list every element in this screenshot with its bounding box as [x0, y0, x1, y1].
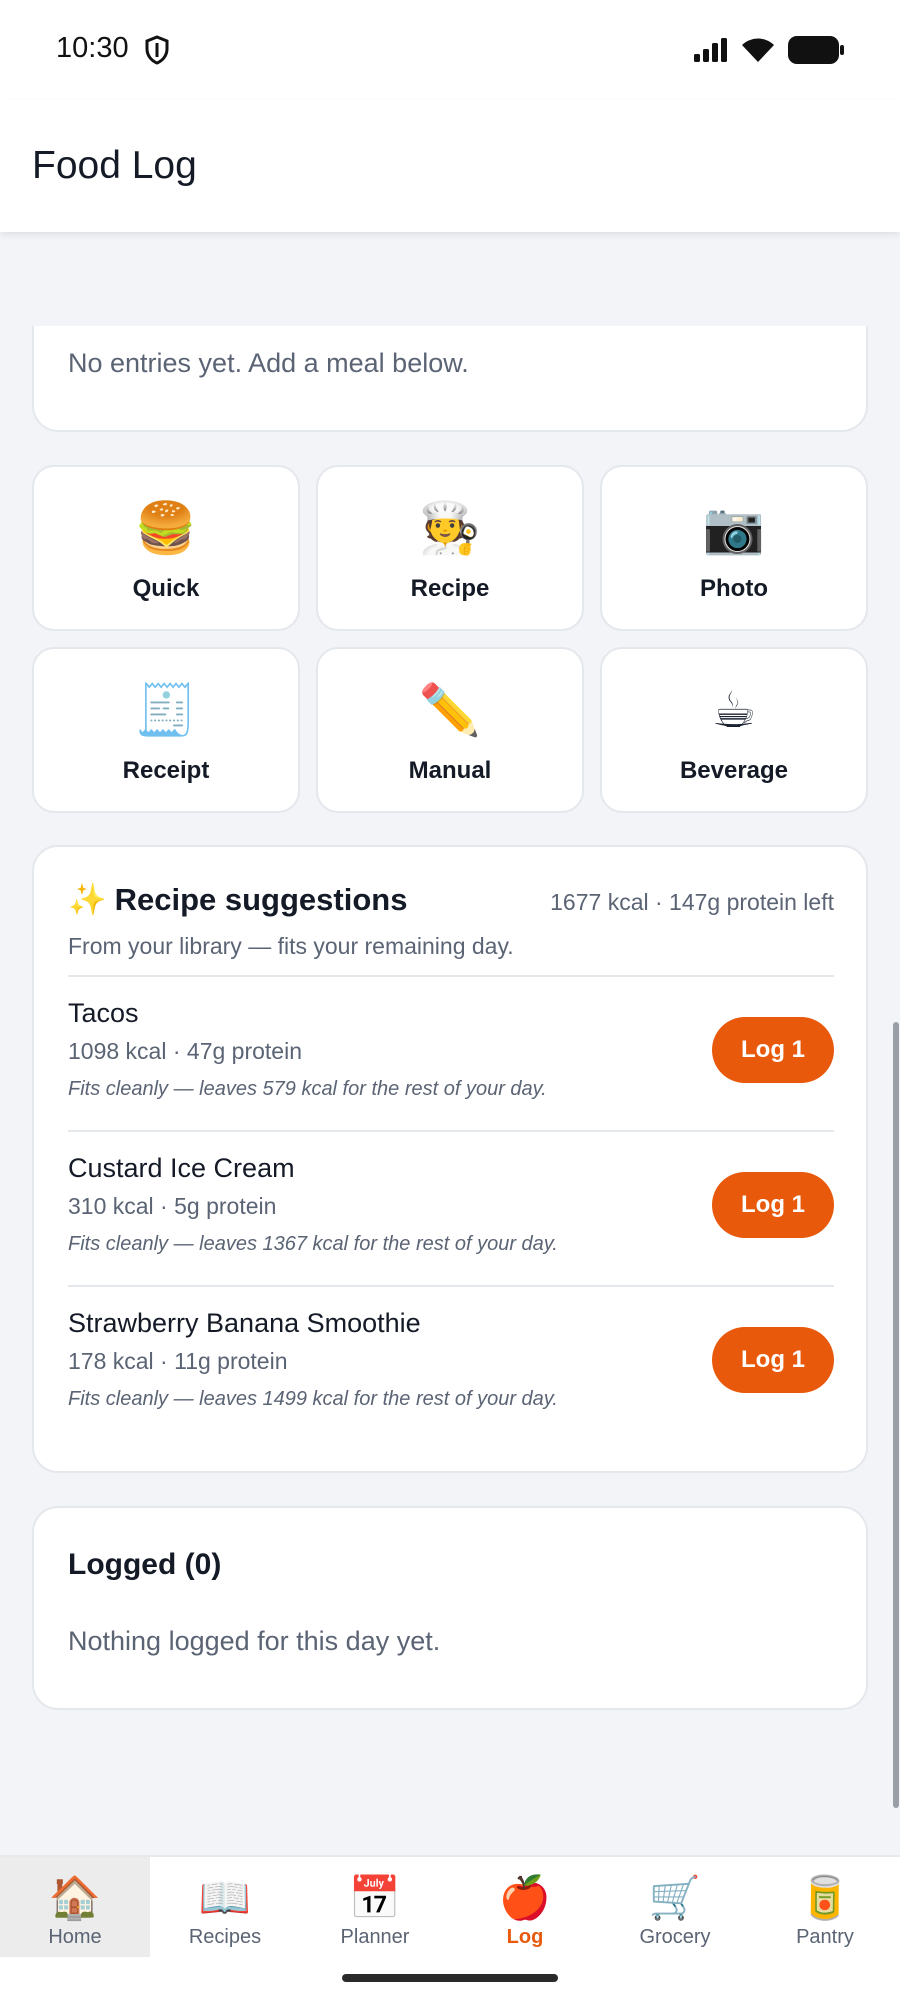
chef-icon: 🧑‍🍳 — [418, 500, 482, 556]
nav-planner[interactable]: 📅 Planner — [300, 1857, 450, 1957]
log-custard-ice-cream-button[interactable]: Log 1 — [712, 1172, 834, 1238]
book-icon: 📖 — [198, 1874, 252, 1921]
recipe-add-button[interactable]: 🧑‍🍳 Recipe — [316, 465, 584, 631]
nav-grocery[interactable]: 🛒 Grocery — [600, 1857, 750, 1957]
suggestions-heading: ✨ Recipe suggestions — [68, 881, 407, 918]
status-time: 10:30 — [56, 32, 129, 64]
entries-card: No entries yet. Add a meal below. — [32, 326, 868, 432]
suggestion-item: Custard Ice Cream 310 kcal · 5g protein … — [68, 1131, 834, 1285]
sparkles-icon: ✨ — [68, 882, 107, 917]
status-bar: 10:30 — [0, 0, 900, 100]
receipt-add-button[interactable]: 🧾 Receipt — [32, 647, 300, 813]
home-indicator[interactable] — [342, 1974, 558, 1982]
photo-add-label: Photo — [700, 575, 768, 602]
suggestion-name: Tacos — [68, 998, 139, 1028]
home-icon: 🏠 — [48, 1874, 102, 1921]
logged-card: Logged (0) Nothing logged for this day y… — [32, 1506, 868, 1710]
recipe-add-label: Recipe — [410, 575, 490, 602]
quick-add-label: Quick — [132, 575, 200, 602]
receipt-add-label: Receipt — [122, 757, 210, 784]
quick-add-button[interactable]: 🍔 Quick — [32, 465, 300, 631]
beverage-add-label: Beverage — [679, 757, 789, 784]
nav-label: Pantry — [796, 1926, 854, 1948]
can-icon: 🥫 — [798, 1874, 852, 1921]
entries-empty-text: No entries yet. Add a meal below. — [68, 348, 469, 378]
manual-add-button[interactable]: ✏️ Manual — [316, 647, 584, 813]
remaining-budget: 1677 kcal · 147g protein left — [550, 889, 834, 915]
camera-icon: 📷 — [702, 500, 766, 556]
calendar-icon: 📅 — [348, 1874, 402, 1921]
suggestion-note: Fits cleanly — leaves 1367 kcal for the … — [68, 1233, 558, 1255]
photo-add-button[interactable]: 📷 Photo — [600, 465, 868, 631]
nav-home[interactable]: 🏠 Home — [0, 1857, 150, 1957]
log-tacos-button[interactable]: Log 1 — [712, 1017, 834, 1083]
signal-icon — [694, 38, 727, 62]
battery-icon — [788, 36, 844, 64]
burger-icon: 🍔 — [134, 500, 198, 556]
nav-label: Log — [506, 1926, 544, 1948]
suggestion-note: Fits cleanly — leaves 579 kcal for the r… — [68, 1078, 547, 1100]
beverage-add-button[interactable]: ☕ Beverage — [600, 647, 868, 813]
recipe-suggestions-card: ✨ Recipe suggestions 1677 kcal · 147g pr… — [32, 845, 868, 1473]
suggestion-note: Fits cleanly — leaves 1499 kcal for the … — [68, 1388, 558, 1410]
cart-icon: 🛒 — [648, 1874, 702, 1921]
nav-label: Planner — [340, 1926, 410, 1948]
suggestions-title: Recipe suggestions — [114, 881, 408, 917]
nav-recipes[interactable]: 📖 Recipes — [150, 1857, 300, 1957]
page-title: Food Log — [32, 144, 197, 187]
suggestions-subtitle: From your library — fits your remaining … — [68, 933, 514, 959]
apple-icon: 🍎 — [498, 1874, 552, 1921]
logged-empty-text: Nothing logged for this day yet. — [68, 1626, 441, 1656]
scrollbar[interactable] — [893, 1022, 899, 1808]
suggestion-name: Custard Ice Cream — [68, 1153, 295, 1183]
log-smoothie-button[interactable]: Log 1 — [712, 1327, 834, 1393]
nav-label: Recipes — [188, 1926, 262, 1948]
nav-pantry[interactable]: 🥫 Pantry — [750, 1857, 900, 1957]
suggestion-meta: 1098 kcal · 47g protein — [68, 1038, 302, 1064]
suggestion-name: Strawberry Banana Smoothie — [68, 1308, 421, 1338]
coffee-icon: ☕ — [711, 682, 757, 738]
shield-icon — [145, 35, 169, 65]
nav-log[interactable]: 🍎 Log — [450, 1857, 600, 1957]
nav-label: Grocery — [639, 1926, 711, 1948]
manual-add-label: Manual — [408, 757, 492, 784]
suggestion-item: Strawberry Banana Smoothie 178 kcal · 11… — [68, 1286, 834, 1440]
suggestion-meta: 178 kcal · 11g protein — [68, 1348, 288, 1374]
app-bar: Food Log — [0, 100, 900, 232]
suggestion-meta: 310 kcal · 5g protein — [68, 1193, 277, 1219]
pencil-icon: ✏️ — [418, 682, 482, 738]
wifi-icon — [742, 38, 774, 62]
nav-label: Home — [48, 1926, 102, 1948]
receipt-icon: 🧾 — [134, 682, 198, 738]
logged-title: Logged (0) — [68, 1548, 222, 1581]
suggestion-item: Tacos 1098 kcal · 47g protein Fits clean… — [68, 976, 834, 1130]
